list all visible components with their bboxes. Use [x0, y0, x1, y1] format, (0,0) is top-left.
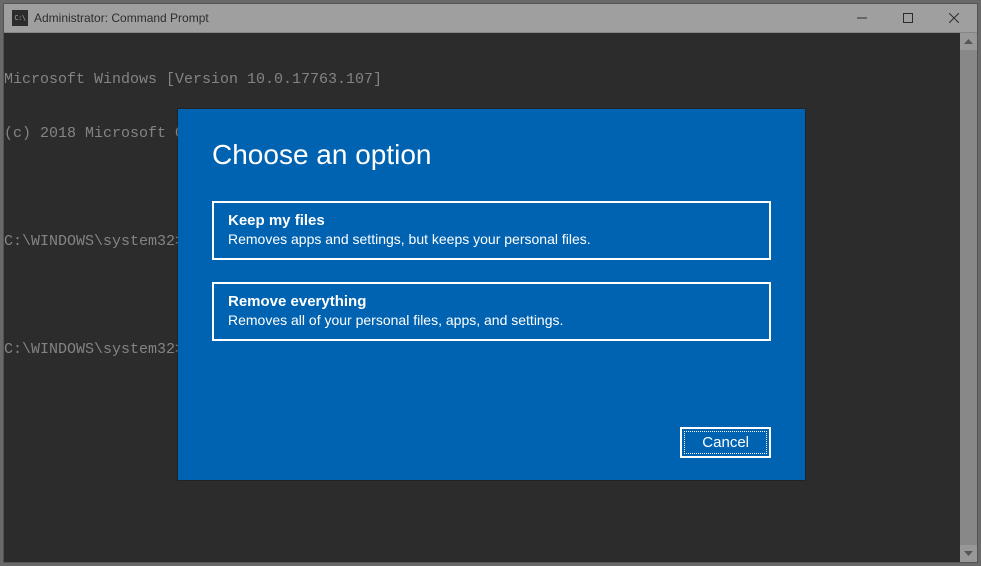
option-description: Removes apps and settings, but keeps you…: [228, 231, 755, 247]
option-description: Removes all of your personal files, apps…: [228, 312, 755, 328]
titlebar: Administrator: Command Prompt: [4, 4, 977, 33]
prompt-path: C:\WINDOWS\system32>: [4, 341, 184, 358]
reset-dialog: Choose an option Keep my files Removes a…: [178, 109, 805, 480]
option-title: Keep my files: [228, 212, 755, 229]
scroll-track[interactable]: [960, 50, 977, 545]
window-controls: [839, 4, 977, 32]
minimize-icon: [857, 13, 867, 23]
minimize-button[interactable]: [839, 4, 885, 32]
option-remove-everything[interactable]: Remove everything Removes all of your pe…: [212, 282, 771, 341]
chevron-down-icon: [964, 551, 973, 556]
dialog-button-row: Cancel: [680, 427, 771, 458]
cancel-button[interactable]: Cancel: [680, 427, 771, 458]
option-keep-my-files[interactable]: Keep my files Removes apps and settings,…: [212, 201, 771, 260]
window-title: Administrator: Command Prompt: [34, 11, 839, 25]
close-icon: [949, 13, 959, 23]
close-button[interactable]: [931, 4, 977, 32]
option-title: Remove everything: [228, 293, 755, 310]
scroll-up-button[interactable]: [960, 33, 977, 50]
prompt-path: C:\WINDOWS\system32>: [4, 233, 184, 250]
dialog-heading: Choose an option: [212, 139, 771, 171]
terminal-line: Microsoft Windows [Version 10.0.17763.10…: [4, 71, 960, 89]
scroll-thumb[interactable]: [960, 50, 977, 545]
maximize-icon: [903, 13, 913, 23]
chevron-up-icon: [964, 39, 973, 44]
maximize-button[interactable]: [885, 4, 931, 32]
vertical-scrollbar[interactable]: [960, 33, 977, 562]
scroll-down-button[interactable]: [960, 545, 977, 562]
cmd-icon: [12, 10, 28, 26]
